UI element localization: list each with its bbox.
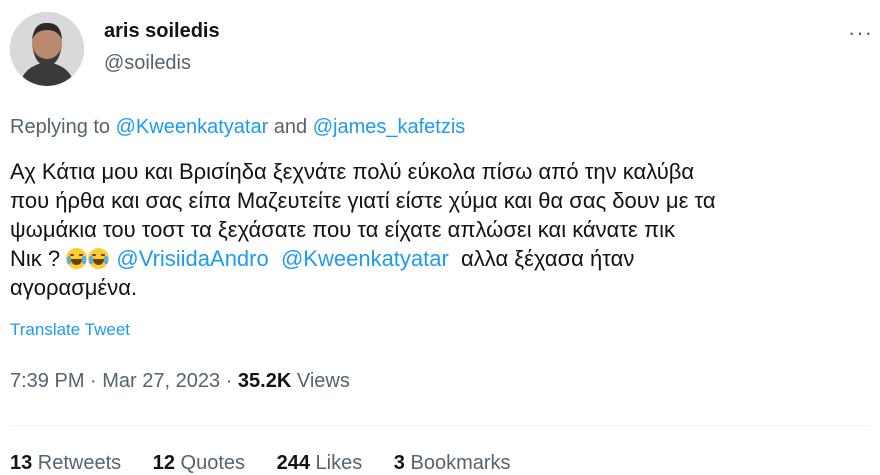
meta-separator: · <box>220 370 238 392</box>
tweet-text: Αχ Κάτια μου και Βρισίηδα ξεχνάτε πολύ ε… <box>10 157 870 302</box>
likes-label: Likes <box>309 452 363 474</box>
tweet-line: Νικ ? @VrisiidaAndro @Kweenkatyatar αλλα… <box>10 244 870 273</box>
retweets-label: Retweets <box>32 452 122 474</box>
bookmarks-label: Bookmarks <box>404 452 511 474</box>
tweet-line-text: αλλα ξέχασα ήταν <box>448 246 635 271</box>
author-name[interactable]: aris soiledis <box>104 20 220 43</box>
engagement-stats: 13 Retweets 12 Quotes 244 Likes 3 Bookma… <box>10 452 537 475</box>
tears-of-joy-emoji-icon <box>66 248 88 269</box>
mention-vrisiidaandro[interactable]: @VrisiidaAndro <box>116 246 268 271</box>
views-count: 35.2K <box>237 370 292 392</box>
tweet-meta: 7:39 PM · Mar 27, 2023 · 35.2K Views <box>10 370 350 393</box>
tweet-line: που ήρθα και σας είπα Μαζευτείτε γιατί ε… <box>10 188 716 213</box>
tweet-date[interactable]: Mar 27, 2023 <box>102 370 220 392</box>
quotes-label: Quotes <box>175 452 246 474</box>
mention-kweenkatyatar[interactable]: @Kweenkatyatar <box>281 246 449 271</box>
tweet-time[interactable]: 7:39 PM <box>10 370 84 392</box>
more-options-icon[interactable]: ··· <box>848 20 873 46</box>
quotes-count: 12 <box>152 452 175 474</box>
replying-to: Replying to @Kweenkatyatar and @james_ka… <box>10 116 465 139</box>
meta-separator: · <box>84 370 103 392</box>
author-handle[interactable]: @soiledis <box>104 52 191 75</box>
tweet-line: Αχ Κάτια μου και Βρισίηδα ξεχνάτε πολύ ε… <box>10 159 695 184</box>
tweet-line-text: Νικ ? <box>10 246 67 271</box>
bookmarks-count: 3 <box>393 452 405 474</box>
reply-mention-kweenkatyatar[interactable]: @Kweenkatyatar <box>116 116 269 138</box>
likes-count: 244 <box>276 452 310 474</box>
divider <box>10 425 870 426</box>
replying-joiner: and <box>268 116 313 138</box>
likes-stat[interactable]: 244 Likes <box>277 452 363 474</box>
replying-prefix: Replying to <box>10 116 116 138</box>
views-label: Views <box>291 370 350 392</box>
translate-tweet-link[interactable]: Translate Tweet <box>10 320 130 340</box>
retweets-stat[interactable]: 13 Retweets <box>10 452 121 474</box>
quotes-stat[interactable]: 12 Quotes <box>153 452 245 474</box>
retweets-count: 13 <box>10 452 33 474</box>
tweet-line: ψωμάκια του τοστ τα ξεχάσατε που τα είχα… <box>10 217 676 242</box>
reply-mention-james-kafetzis[interactable]: @james_kafetzis <box>313 116 466 138</box>
tweet-line: αγορασμένα. <box>10 275 138 300</box>
bookmarks-stat[interactable]: 3 Bookmarks <box>394 452 511 474</box>
tears-of-joy-emoji-icon <box>88 248 110 269</box>
avatar[interactable] <box>10 12 84 86</box>
